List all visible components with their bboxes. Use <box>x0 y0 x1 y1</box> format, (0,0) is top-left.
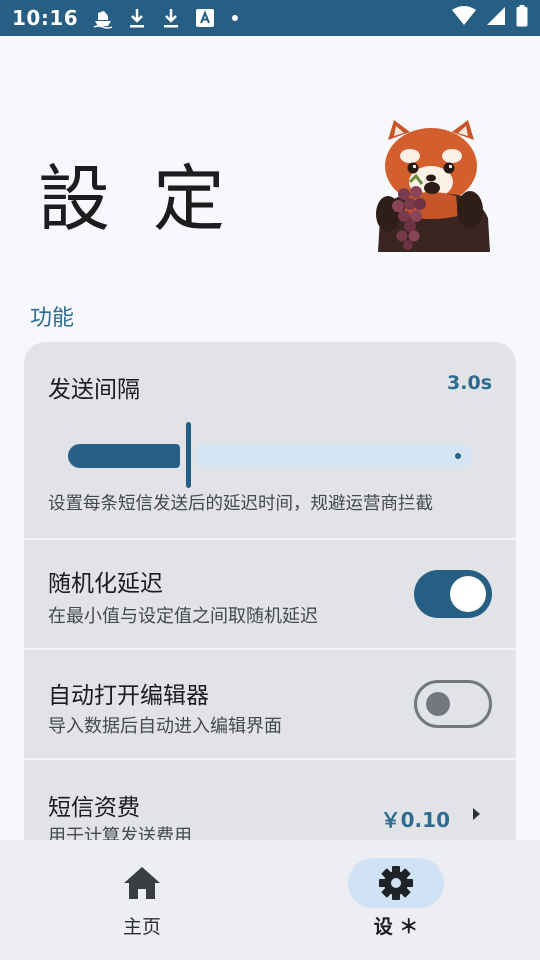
nav-item-settings[interactable]: 设 ＊ <box>320 840 480 960</box>
toggle-knob <box>426 692 450 716</box>
signal-icon <box>486 6 506 30</box>
settings-card: 发送间隔 3.0s 设置每条短信发送后的延迟时间，规避运营商拦截 随机化延迟 在… <box>24 342 516 902</box>
random-delay-description: 在最小值与设定值之间取随机延迟 <box>48 606 318 627</box>
sms-fee-title: 短信资费 <box>48 795 140 821</box>
toggle-knob <box>450 576 486 612</box>
bottom-navigation: 主页 设 ＊ <box>0 840 540 960</box>
setting-random-delay[interactable]: 随机化延迟 在最小值与设定值之间取随机延迟 <box>24 540 516 648</box>
page-title: 設 定 <box>38 157 235 241</box>
slider-end-dot <box>455 453 461 459</box>
battery-icon <box>516 5 528 31</box>
sms-fee-value: ￥0.10 <box>380 808 450 832</box>
random-delay-title: 随机化延迟 <box>48 571 163 597</box>
ship-icon <box>92 7 114 29</box>
auto-editor-description: 导入数据后自动进入编辑界面 <box>48 716 282 737</box>
red-panda-mascot-image <box>366 118 496 252</box>
home-icon <box>122 865 162 901</box>
download-icon <box>160 7 182 29</box>
notification-dot-icon <box>232 15 239 21</box>
section-label-features: 功能 <box>30 306 75 331</box>
nav-label-settings: 设 ＊ <box>373 916 419 938</box>
send-interval-title: 发送间隔 <box>48 377 140 403</box>
download-icon <box>126 7 148 29</box>
status-bar: 10:16 <box>0 0 540 36</box>
auto-editor-title: 自动打开编辑器 <box>48 683 209 709</box>
auto-editor-toggle[interactable] <box>414 680 492 728</box>
slider-inactive-track <box>197 444 472 468</box>
send-interval-slider[interactable] <box>68 422 472 488</box>
slider-thumb[interactable] <box>186 422 191 488</box>
nav-item-home[interactable]: 主页 <box>66 840 226 960</box>
wifi-icon <box>452 6 476 30</box>
a-text-icon <box>194 7 216 29</box>
setting-auto-open-editor[interactable]: 自动打开编辑器 导入数据后自动进入编辑界面 <box>24 650 516 758</box>
nav-label-home: 主页 <box>122 916 161 938</box>
status-time: 10:16 <box>12 6 79 30</box>
slider-active-track <box>68 444 180 468</box>
send-interval-value: 3.0s <box>447 372 492 394</box>
setting-send-interval: 发送间隔 3.0s 设置每条短信发送后的延迟时间，规避运营商拦截 <box>24 342 516 538</box>
random-delay-toggle[interactable] <box>414 570 492 618</box>
chevron-right-icon <box>473 808 480 820</box>
gear-icon <box>376 865 416 901</box>
send-interval-description: 设置每条短信发送后的延迟时间，规避运营商拦截 <box>48 494 433 514</box>
